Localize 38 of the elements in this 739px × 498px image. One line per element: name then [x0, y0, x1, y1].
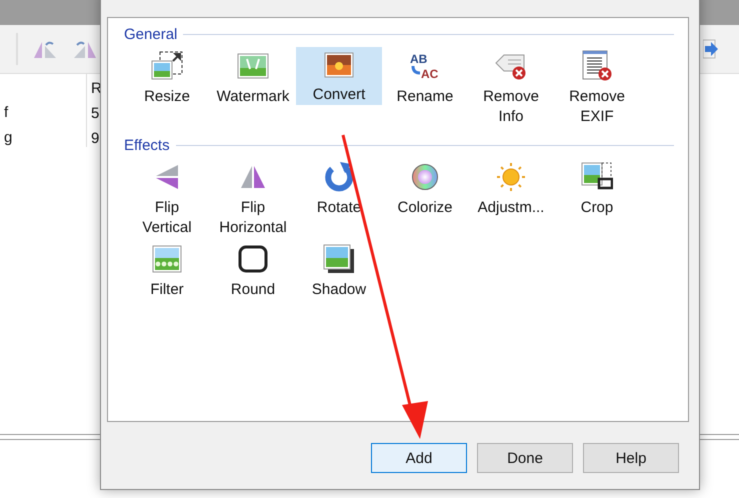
task-item[interactable]: AB AC Rename [382, 47, 468, 129]
list-cell-text: f [4, 104, 10, 121]
dialog-button[interactable]: Add [371, 443, 467, 473]
flip-horizontal-icon [239, 164, 267, 190]
list-cell-text: 9 [91, 130, 100, 147]
color-wheel-icon [411, 163, 439, 191]
task-item[interactable]: Round [210, 240, 296, 322]
sun-icon [495, 161, 527, 193]
task-item[interactable]: Remove EXIF [554, 47, 640, 129]
task-item[interactable]: Rotate [296, 158, 382, 240]
dialog-button[interactable]: Done [477, 443, 573, 473]
dialog-button[interactable]: Help [583, 443, 679, 473]
flip-vertical-icon [154, 163, 180, 191]
task-item[interactable]: Crop [554, 158, 640, 240]
arrow-right-icon[interactable] [703, 38, 719, 60]
task-item[interactable]: Adjustm... [468, 158, 554, 240]
task-item[interactable]: Remove Info [468, 47, 554, 129]
rounded-square-icon [238, 245, 268, 273]
list-cell-text: g [4, 129, 14, 146]
crop-icon [581, 162, 613, 192]
resize-icon [151, 51, 183, 81]
landscape-picture-icon [237, 53, 269, 79]
sunset-picture-icon [324, 52, 354, 78]
task-item[interactable]: Flip Horizontal [210, 158, 296, 240]
section-heading: Effects [124, 137, 170, 154]
task-item[interactable]: Filter [124, 240, 210, 322]
task-item[interactable]: Convert [296, 47, 382, 105]
document-remove-icon [582, 50, 612, 82]
shadow-picture-icon [323, 244, 355, 274]
task-item[interactable]: Flip Vertical [124, 158, 210, 240]
task-item[interactable]: Shadow [296, 240, 382, 322]
task-item[interactable]: Resize [124, 47, 210, 129]
list-cell-text: 5 [91, 105, 100, 122]
task-item[interactable]: Colorize [382, 158, 468, 240]
section-heading: General [124, 26, 178, 43]
task-item[interactable]: Watermark [210, 47, 296, 129]
filter-picture-icon [152, 245, 182, 273]
rotate-icon [323, 161, 355, 193]
